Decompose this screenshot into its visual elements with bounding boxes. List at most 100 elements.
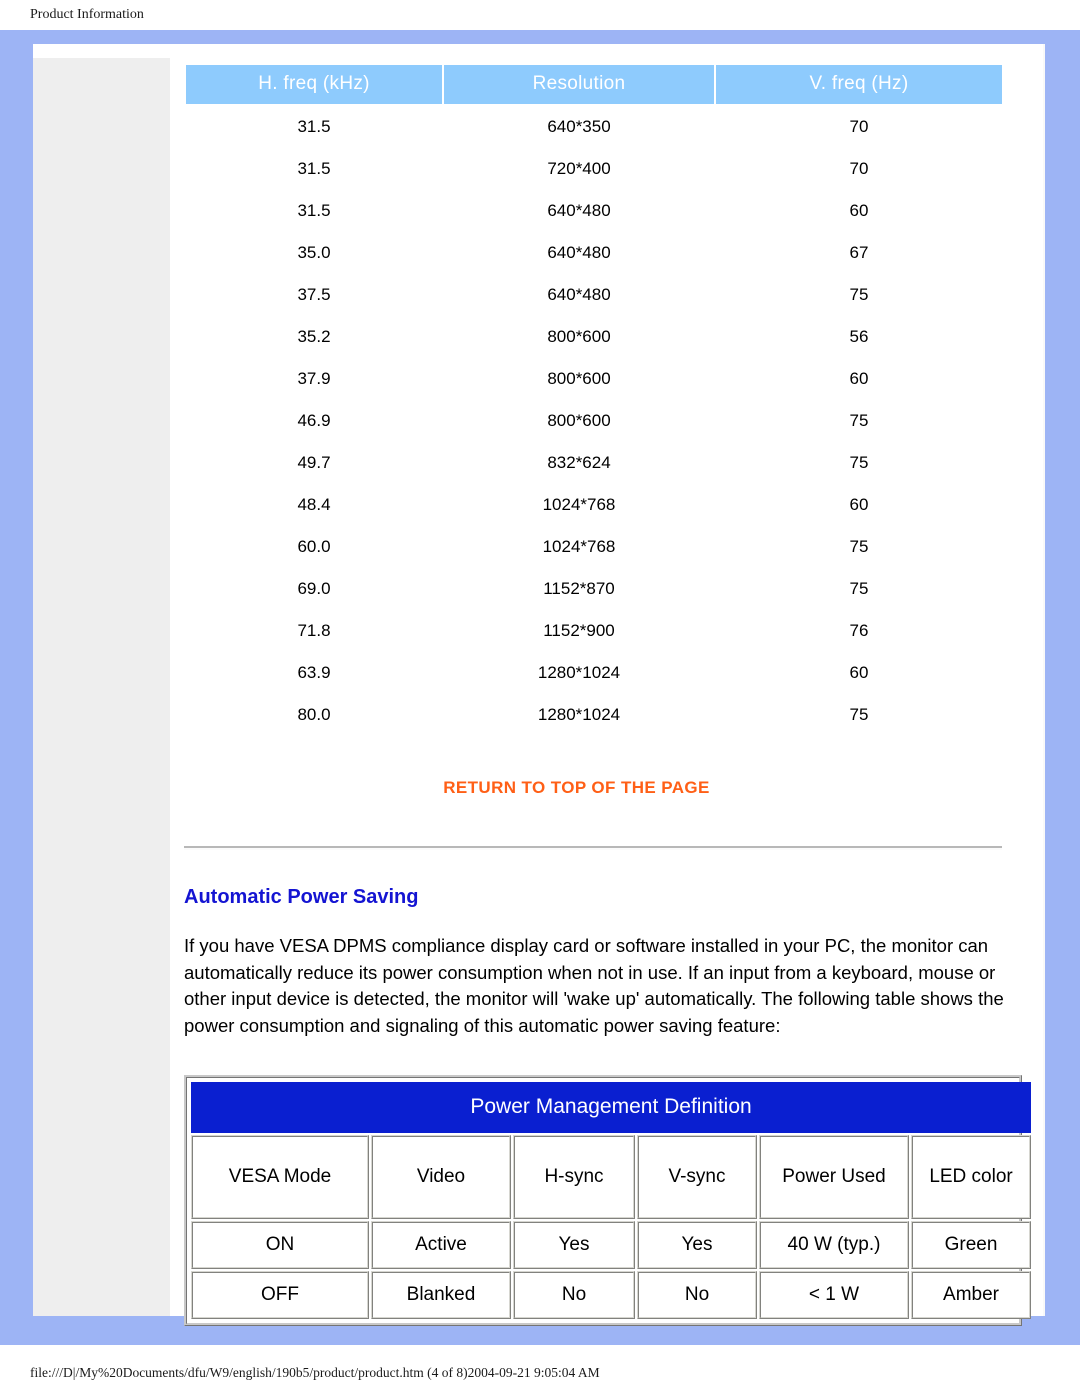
table-row: 31.5 720*400 70: [185, 148, 1003, 190]
page-frame: H. freq (kHz) Resolution V. freq (Hz) 31…: [0, 30, 1080, 1345]
power-management-grid: Power Management Definition VESA Mode Vi…: [189, 1080, 1033, 1321]
cell-led-color: Amber: [911, 1271, 1032, 1319]
table-row: OFF Blanked No No < 1 W Amber: [191, 1271, 1032, 1319]
cell-hfreq: 31.5: [297, 159, 331, 178]
power-col-header-led-color: LED color: [911, 1135, 1032, 1219]
table-row: 31.5 640*350 70: [185, 105, 1003, 148]
table-row: ON Active Yes Yes 40 W (typ.) Green: [191, 1221, 1032, 1269]
cell-hfreq: 49.7: [297, 453, 331, 472]
cell-power-used: < 1 W: [759, 1271, 909, 1319]
cell-resolution: 640*350: [547, 117, 611, 136]
cell-hfreq: 37.5: [297, 285, 331, 304]
cell-hfreq: 80.0: [297, 705, 331, 724]
cell-resolution: 640*480: [547, 243, 611, 262]
cell-resolution: 1152*870: [543, 579, 615, 598]
cell-hfreq: 31.5: [297, 201, 331, 220]
cell-video: Active: [371, 1221, 511, 1269]
cell-hfreq: 69.0: [297, 579, 331, 598]
cell-resolution: 800*600: [547, 411, 611, 430]
cell-resolution: 1024*768: [542, 537, 616, 556]
cell-vesa-mode: ON: [191, 1221, 369, 1269]
cell-resolution: 720*400: [547, 159, 611, 178]
power-col-header-power-used: Power Used: [759, 1135, 909, 1219]
table-row: 71.8 1152*900 76: [185, 610, 1003, 652]
power-table-title-row: Power Management Definition: [191, 1082, 1032, 1133]
table-row: 46.9 800*600 75: [185, 400, 1003, 442]
sidebar-column: [33, 58, 170, 1316]
section-paragraph: If you have VESA DPMS compliance display…: [184, 935, 1004, 1036]
timing-table-body: 31.5 640*350 70 31.5 720*400 70 31.5 640…: [185, 105, 1003, 736]
cell-vfreq: 70: [849, 117, 869, 136]
cell-hfreq: 60.0: [297, 537, 331, 556]
power-table-header-row: VESA Mode Video H-sync V-sync Power Used…: [191, 1135, 1032, 1219]
cell-resolution: 1280*1024: [537, 663, 621, 682]
cell-vsync: Yes: [637, 1221, 757, 1269]
cell-hfreq: 37.9: [297, 369, 331, 388]
power-col-header-vesa-mode: VESA Mode: [191, 1135, 369, 1219]
cell-vfreq: 75: [849, 285, 869, 304]
power-management-table: Power Management Definition VESA Mode Vi…: [184, 1075, 1032, 1326]
timing-col-header-vfreq: V. freq (Hz): [714, 63, 1004, 106]
table-row: 63.9 1280*1024 60: [185, 652, 1003, 694]
cell-resolution: 832*624: [547, 453, 611, 472]
cell-vfreq: 67: [849, 243, 869, 262]
cell-vfreq: 75: [849, 453, 869, 472]
cell-hfreq: 35.0: [297, 243, 331, 262]
cell-vfreq: 75: [849, 579, 869, 598]
page-title: Automatic Power Saving: [184, 886, 419, 908]
cell-hfreq: 31.5: [297, 117, 331, 136]
table-row: 37.5 640*480 75: [185, 274, 1003, 316]
power-col-header-vsync: V-sync: [637, 1135, 757, 1219]
cell-hsync: No: [513, 1271, 635, 1319]
table-row: 49.7 832*624 75: [185, 442, 1003, 484]
cell-vfreq: 60: [849, 201, 869, 220]
table-row: 37.9 800*600 60: [185, 358, 1003, 400]
table-row: 35.0 640*480 67: [185, 232, 1003, 274]
cell-resolution: 800*600: [547, 327, 611, 346]
table-row: 60.0 1024*768 75: [185, 526, 1003, 568]
table-row: 31.5 640*480 60: [185, 190, 1003, 232]
timing-col-header-resolution: Resolution: [442, 63, 716, 106]
power-col-header-hsync: H-sync: [513, 1135, 635, 1219]
timing-table-header-row: H. freq (kHz) Resolution V. freq (Hz): [184, 63, 1004, 106]
cell-vfreq: 60: [849, 495, 869, 514]
table-row: 69.0 1152*870 75: [185, 568, 1003, 610]
print-header-title: Product Information: [0, 0, 1080, 30]
cell-vfreq: 60: [849, 369, 869, 388]
cell-vsync: No: [637, 1271, 757, 1319]
cell-hfreq: 63.9: [297, 663, 331, 682]
return-to-top-link[interactable]: RETURN TO TOP OF THE PAGE: [184, 778, 1029, 798]
cell-vesa-mode: OFF: [191, 1271, 369, 1319]
cell-vfreq: 75: [849, 537, 869, 556]
cell-resolution: 640*480: [547, 285, 611, 304]
page-board: H. freq (kHz) Resolution V. freq (Hz) 31…: [33, 44, 1043, 1326]
cell-video: Blanked: [371, 1271, 511, 1319]
cell-hfreq: 71.8: [297, 621, 331, 640]
timing-col-header-hfreq: H. freq (kHz): [184, 63, 444, 106]
cell-hfreq: 48.4: [297, 495, 331, 514]
cell-vfreq: 75: [849, 705, 869, 724]
cell-vfreq: 70: [849, 159, 869, 178]
cell-led-color: Green: [911, 1221, 1032, 1269]
table-row: 80.0 1280*1024 75: [185, 694, 1003, 736]
cell-hfreq: 46.9: [297, 411, 331, 430]
cell-resolution: 1280*1024: [537, 705, 621, 724]
cell-power-used: 40 W (typ.): [759, 1221, 909, 1269]
power-col-header-video: Video: [371, 1135, 511, 1219]
content-column: H. freq (kHz) Resolution V. freq (Hz) 31…: [170, 44, 1043, 1326]
table-row: 35.2 800*600 56: [185, 316, 1003, 358]
section-divider: [184, 846, 1002, 850]
preset-timing-table: H. freq (kHz) Resolution V. freq (Hz) 31…: [184, 63, 1004, 736]
cell-vfreq: 75: [849, 411, 869, 430]
cell-resolution: 1024*768: [542, 495, 616, 514]
cell-resolution: 640*480: [547, 201, 611, 220]
cell-hsync: Yes: [513, 1221, 635, 1269]
cell-resolution: 800*600: [547, 369, 611, 388]
power-table-title: Power Management Definition: [191, 1082, 1032, 1133]
cell-hfreq: 35.2: [297, 327, 331, 346]
cell-vfreq: 60: [849, 663, 869, 682]
print-footer-path: file:///D|/My%20Documents/dfu/W9/english…: [0, 1362, 1080, 1397]
table-row: 48.4 1024*768 60: [185, 484, 1003, 526]
cell-vfreq: 56: [849, 327, 869, 346]
cell-resolution: 1152*900: [543, 621, 615, 640]
